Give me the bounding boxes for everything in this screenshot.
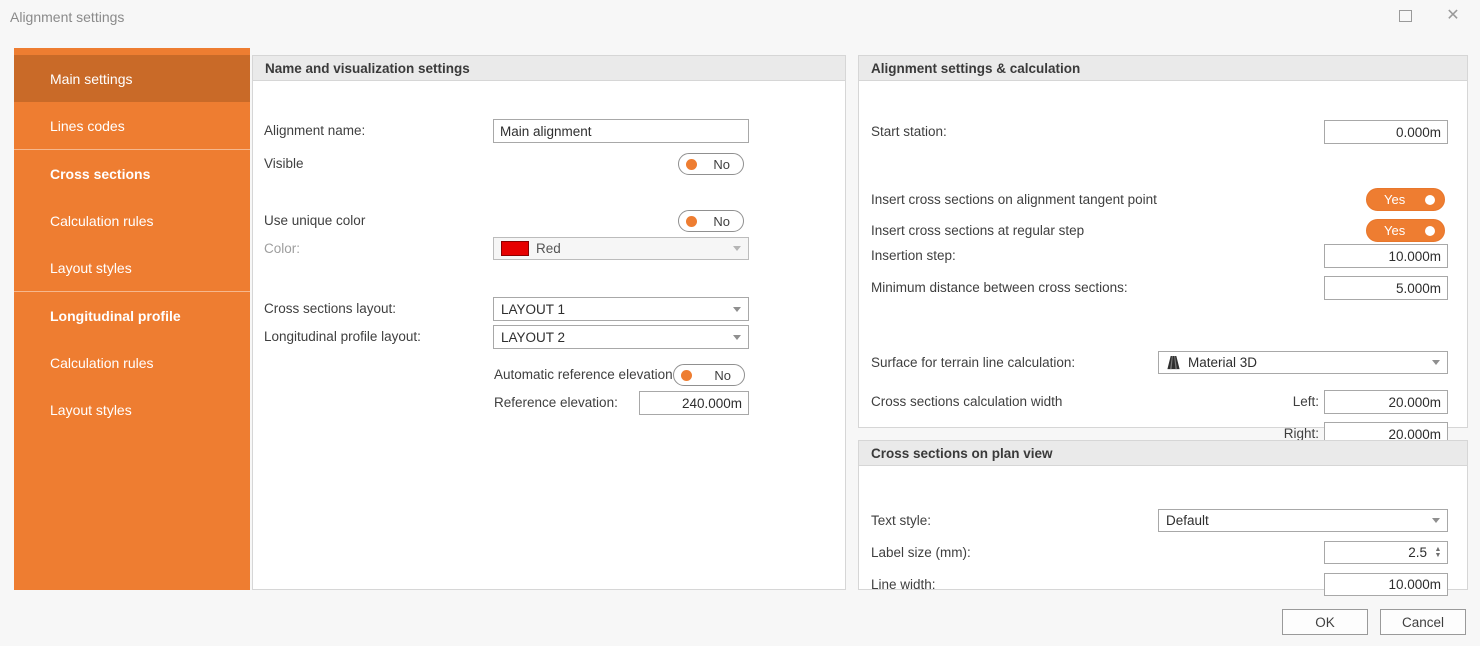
insertion-step-input[interactable] xyxy=(1324,244,1448,268)
longitudinal-profile-layout-label: Longitudinal profile layout: xyxy=(264,325,421,349)
sidebar-item-label: Lines codes xyxy=(50,118,125,134)
min-distance-input[interactable] xyxy=(1324,276,1448,300)
insert-regular-step-label: Insert cross sections at regular step xyxy=(871,219,1084,242)
toggle-state-label: No xyxy=(713,214,730,229)
sidebar-item-main-settings[interactable]: Main settings xyxy=(14,55,250,102)
toggle-knob-icon xyxy=(681,370,692,381)
sidebar-item-label: Main settings xyxy=(50,71,132,87)
surface-dropdown[interactable]: Material 3D xyxy=(1158,351,1448,374)
sidebar-item-calculation-rules-longitudinal[interactable]: Calculation rules xyxy=(14,339,250,386)
panel-name-visualization: Name and visualization settings Alignmen… xyxy=(252,55,846,590)
toggle-knob-icon xyxy=(1425,195,1435,205)
min-distance-label: Minimum distance between cross sections: xyxy=(871,276,1128,300)
automatic-reference-elevation-label: Automatic reference elevation xyxy=(494,364,673,386)
insert-tangent-toggle[interactable]: Yes xyxy=(1366,188,1445,211)
insert-regular-step-toggle[interactable]: Yes xyxy=(1366,219,1445,242)
color-label: Color: xyxy=(264,237,300,260)
color-dropdown: Red xyxy=(493,237,749,260)
sidebar-item-label: Layout styles xyxy=(50,402,132,418)
insert-tangent-label: Insert cross sections on alignment tange… xyxy=(871,188,1157,211)
calc-width-left-input[interactable] xyxy=(1324,390,1448,414)
toggle-state-label: No xyxy=(713,157,730,172)
visible-toggle[interactable]: No xyxy=(678,153,744,175)
alignment-settings-dialog: Alignment settings ✕ Main settings Lines… xyxy=(0,0,1480,646)
toggle-state-label: Yes xyxy=(1384,223,1405,238)
reference-elevation-input[interactable] xyxy=(639,391,749,415)
visible-label: Visible xyxy=(264,153,304,175)
panel-alignment-calculation: Alignment settings & calculation Start s… xyxy=(858,55,1468,428)
red-color-swatch xyxy=(501,241,529,256)
line-width-label: Line width: xyxy=(871,573,936,596)
chevron-down-icon xyxy=(733,307,741,312)
label-size-label: Label size (mm): xyxy=(871,541,971,564)
line-width-input[interactable] xyxy=(1324,573,1448,596)
cross-sections-layout-value: LAYOUT 1 xyxy=(501,302,733,317)
label-size-spinner[interactable]: ▲ ▼ xyxy=(1431,541,1445,564)
sidebar-item-label: Calculation rules xyxy=(50,213,154,229)
panel-plan-view: Cross sections on plan view Text style: … xyxy=(858,440,1468,590)
toggle-knob-icon xyxy=(1425,226,1435,236)
surface-value: Material 3D xyxy=(1188,355,1432,370)
maximize-icon xyxy=(1399,10,1412,22)
close-button[interactable]: ✕ xyxy=(1436,0,1470,32)
use-unique-color-label: Use unique color xyxy=(264,210,365,232)
panel-header: Cross sections on plan view xyxy=(859,441,1467,466)
chevron-down-icon xyxy=(1432,518,1440,523)
toggle-state-label: No xyxy=(714,368,731,383)
cross-sections-layout-label: Cross sections layout: xyxy=(264,297,396,321)
sidebar-item-cross-sections[interactable]: Cross sections xyxy=(14,150,250,197)
sidebar-item-label: Calculation rules xyxy=(50,355,154,371)
reference-elevation-label: Reference elevation: xyxy=(494,391,618,415)
text-style-label: Text style: xyxy=(871,509,931,532)
toggle-knob-icon xyxy=(686,216,697,227)
alignment-name-input[interactable] xyxy=(493,119,749,143)
sidebar: Main settings Lines codes Cross sections… xyxy=(14,48,250,590)
calc-width-label: Cross sections calculation width xyxy=(871,390,1062,414)
sidebar-item-label: Longitudinal profile xyxy=(50,308,181,324)
window-title: Alignment settings xyxy=(10,9,124,25)
panel-header: Alignment settings & calculation xyxy=(859,56,1467,81)
ok-button[interactable]: OK xyxy=(1282,609,1368,635)
sidebar-item-label: Layout styles xyxy=(50,260,132,276)
start-station-label: Start station: xyxy=(871,120,947,144)
sidebar-item-lines-codes[interactable]: Lines codes xyxy=(14,102,250,149)
sidebar-item-label: Cross sections xyxy=(50,166,150,182)
color-value: Red xyxy=(536,241,733,256)
start-station-input[interactable] xyxy=(1324,120,1448,144)
label-size-input[interactable] xyxy=(1324,541,1448,564)
toggle-state-label: Yes xyxy=(1384,192,1405,207)
cancel-button[interactable]: Cancel xyxy=(1380,609,1466,635)
longitudinal-profile-layout-dropdown[interactable]: LAYOUT 2 xyxy=(493,325,749,349)
spinner-down-icon[interactable]: ▼ xyxy=(1435,553,1442,559)
chevron-down-icon xyxy=(1432,360,1440,365)
use-unique-color-toggle[interactable]: No xyxy=(678,210,744,232)
close-icon: ✕ xyxy=(1446,8,1459,24)
longitudinal-profile-layout-value: LAYOUT 2 xyxy=(501,330,733,345)
toggle-knob-icon xyxy=(686,159,697,170)
cross-sections-layout-dropdown[interactable]: LAYOUT 1 xyxy=(493,297,749,321)
sidebar-item-layout-styles-longitudinal[interactable]: Layout styles xyxy=(14,386,250,433)
text-style-value: Default xyxy=(1166,513,1432,528)
calc-width-left-label: Left: xyxy=(1284,390,1319,414)
insertion-step-label: Insertion step: xyxy=(871,244,956,268)
sidebar-item-longitudinal-profile[interactable]: Longitudinal profile xyxy=(14,292,250,339)
chevron-down-icon xyxy=(733,246,741,251)
chevron-down-icon xyxy=(733,335,741,340)
alignment-name-label: Alignment name: xyxy=(264,119,365,143)
surface-label: Surface for terrain line calculation: xyxy=(871,351,1075,374)
material-3d-icon xyxy=(1166,355,1181,370)
maximize-button[interactable] xyxy=(1388,0,1422,32)
text-style-dropdown[interactable]: Default xyxy=(1158,509,1448,532)
automatic-reference-elevation-toggle[interactable]: No xyxy=(673,364,745,386)
panel-header: Name and visualization settings xyxy=(253,56,845,81)
sidebar-item-calculation-rules-cross-sections[interactable]: Calculation rules xyxy=(14,197,250,244)
sidebar-item-layout-styles-cross-sections[interactable]: Layout styles xyxy=(14,244,250,291)
